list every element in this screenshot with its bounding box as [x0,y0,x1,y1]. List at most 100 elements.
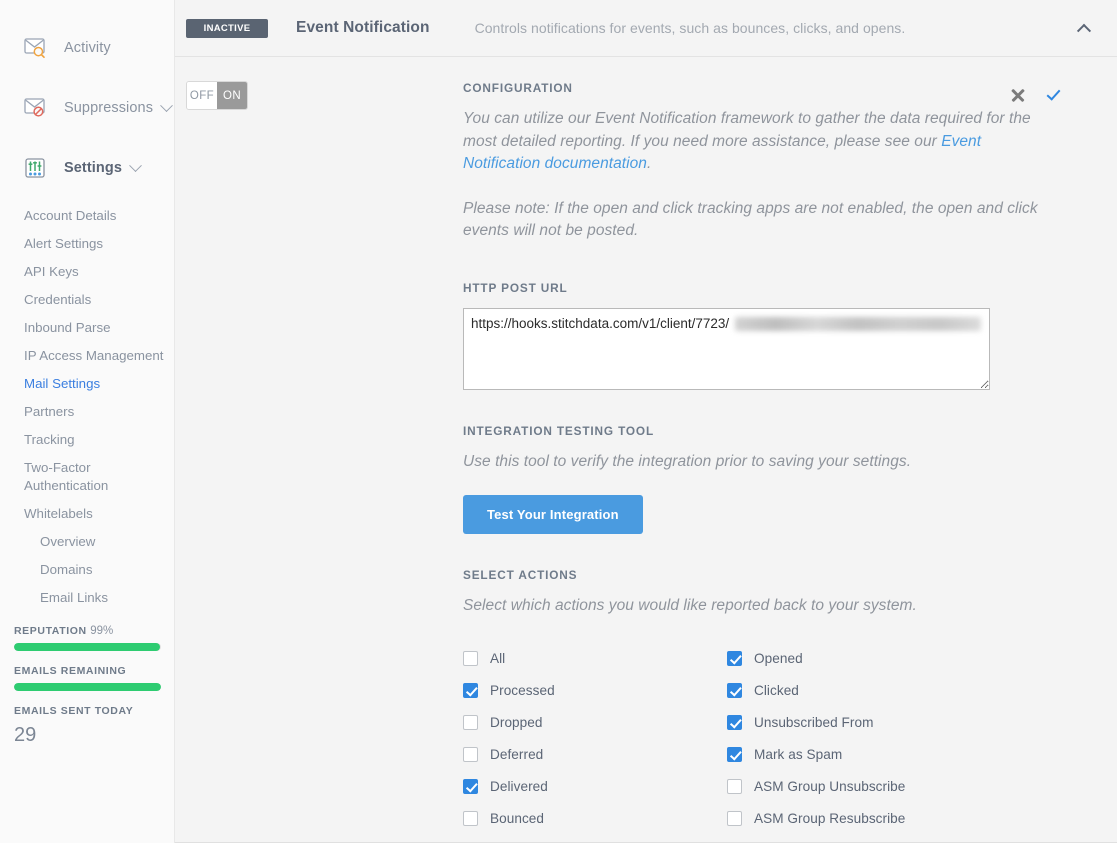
envelope-blocked-icon [24,97,50,119]
emails-remaining-progress-bar [14,683,161,691]
sidebar-item-label: Activity [64,40,111,56]
sidebar-item-inbound-parse[interactable]: Inbound Parse [0,314,174,342]
sidebar-item-api-keys[interactable]: API Keys [0,258,174,286]
checkbox-bounced[interactable]: Bounced [463,803,727,835]
panel-body: OFF ON CONFIGURATION You can utilize our… [175,57,1117,835]
envelope-search-icon [24,37,50,59]
checkbox-label: Clicked [754,683,799,698]
integration-testing-title: INTEGRATION TESTING TOOL [463,424,1061,438]
toggle-on-label[interactable]: ON [217,82,247,109]
checkbox-label: Bounced [490,811,544,826]
checkbox-label: Unsubscribed From [754,715,873,730]
checkbox-unsubscribed-from[interactable]: Unsubscribed From [727,707,1061,739]
toggle-off-label[interactable]: OFF [187,82,217,109]
checkbox-asm-group-resubscribe[interactable]: ASM Group Resubscribe [727,803,1061,835]
sidebar-item-alert-settings[interactable]: Alert Settings [0,230,174,258]
emails-sent-today-value: 29 [14,723,161,747]
checkbox-label: All [490,651,505,666]
checkbox-asm-group-unsubscribe[interactable]: ASM Group Unsubscribe [727,771,1061,803]
chevron-up-icon[interactable] [1071,15,1097,41]
sidebar-item-domains[interactable]: Domains [0,556,174,584]
page-description: Controls notifications for events, such … [475,20,906,36]
select-actions-description: Select which actions you would like repo… [463,595,1061,618]
sidebar-item-overview[interactable]: Overview [0,528,174,556]
close-x-icon[interactable] [1010,87,1026,103]
checkbox-delivered[interactable]: Delivered [463,771,727,803]
sidebar-spacer [0,68,174,88]
actions-right-column: Opened Clicked Unsubscribed From [727,643,1061,835]
configuration-paragraph: You can utilize our Event Notification f… [463,108,1061,176]
main-panel: INACTIVE Event Notification Controls not… [175,0,1117,843]
reputation-value: 99% [90,625,113,637]
checkbox-box[interactable] [463,651,478,666]
select-actions-block: SELECT ACTIONS Select which actions you … [463,568,1061,835]
sidebar-nav: Activity Suppressions [0,0,174,188]
sidebar-item-two-factor-authentication[interactable]: Two-Factor Authentication [0,454,174,500]
checkbox-dropped[interactable]: Dropped [463,707,727,739]
checkbox-box[interactable] [463,779,478,794]
checkbox-label: Deferred [490,747,543,762]
sidebar-item-suppressions[interactable]: Suppressions [0,88,174,128]
sidebar-item-label: Suppressions [64,100,153,116]
checkbox-box[interactable] [727,747,742,762]
integration-testing-block: INTEGRATION TESTING TOOL Use this tool t… [463,424,1061,535]
sidebar-item-whitelabels[interactable]: Whitelabels [0,500,174,528]
checkbox-opened[interactable]: Opened [727,643,1061,675]
sidebar-subnav: Account Details Alert Settings API Keys … [0,188,174,612]
select-actions-title: SELECT ACTIONS [463,568,1061,582]
checkbox-mark-as-spam[interactable]: Mark as Spam [727,739,1061,771]
redacted-url-overlay [735,317,981,331]
reputation-progress-bar [14,643,161,651]
sidebar-item-tracking[interactable]: Tracking [0,426,174,454]
integration-testing-description: Use this tool to verify the integration … [463,451,1061,474]
checkbox-box[interactable] [727,779,742,794]
sidebar-item-settings[interactable]: Settings [0,148,174,188]
sidebar-stats: REPUTATION 99% EMAILS REMAINING EMAILS S… [0,625,175,843]
checkbox-label: Opened [754,651,803,666]
enable-toggle[interactable]: OFF ON [186,81,248,110]
checkbox-label: Delivered [490,779,548,794]
panel-actions [1010,87,1067,103]
sliders-icon [24,157,50,179]
configuration-title: CONFIGURATION [463,81,1061,95]
checkbox-box[interactable] [463,683,478,698]
checkbox-deferred[interactable]: Deferred [463,739,727,771]
checkbox-box[interactable] [463,747,478,762]
sidebar-item-mail-settings[interactable]: Mail Settings [0,370,174,398]
sidebar-item-credentials[interactable]: Credentials [0,286,174,314]
checkbox-box[interactable] [463,811,478,826]
checkbox-processed[interactable]: Processed [463,675,727,707]
checkbox-label: Dropped [490,715,543,730]
sidebar-spacer [0,128,174,148]
checkbox-box[interactable] [727,651,742,666]
checkbox-label: ASM Group Resubscribe [754,811,905,826]
http-post-url-shell [463,308,990,390]
actions-checkbox-grid: All Processed Dropped [463,643,1061,835]
http-post-url-block: HTTP POST URL [463,281,1061,390]
sidebar-item-account-details[interactable]: Account Details [0,202,174,230]
sidebar-item-email-links[interactable]: Email Links [0,584,174,612]
sidebar-item-activity[interactable]: Activity [0,28,174,68]
chevron-down-icon [160,99,173,112]
reputation-label: REPUTATION 99% [14,625,161,637]
chevron-down-icon [129,159,142,172]
checkbox-box[interactable] [727,683,742,698]
page-title: Event Notification [296,19,430,37]
checkbox-box[interactable] [727,811,742,826]
checkbox-all[interactable]: All [463,643,727,675]
toggle-column: OFF ON [175,81,463,835]
sidebar-item-partners[interactable]: Partners [0,398,174,426]
sidebar: Activity Suppressions [0,0,175,843]
panel-header: INACTIVE Event Notification Controls not… [175,0,1117,57]
checkbox-box[interactable] [463,715,478,730]
sidebar-item-label: Settings [64,160,122,176]
test-your-integration-button[interactable]: Test Your Integration [463,495,643,534]
sidebar-item-ip-access-management[interactable]: IP Access Management [0,342,174,370]
emails-remaining-label: EMAILS REMAINING [14,665,161,677]
checkbox-label: ASM Group Unsubscribe [754,779,905,794]
checkmark-icon[interactable] [1048,87,1067,103]
checkbox-clicked[interactable]: Clicked [727,675,1061,707]
emails-sent-today-label: EMAILS SENT TODAY [14,705,161,717]
checkbox-box[interactable] [727,715,742,730]
checkbox-label: Mark as Spam [754,747,842,762]
